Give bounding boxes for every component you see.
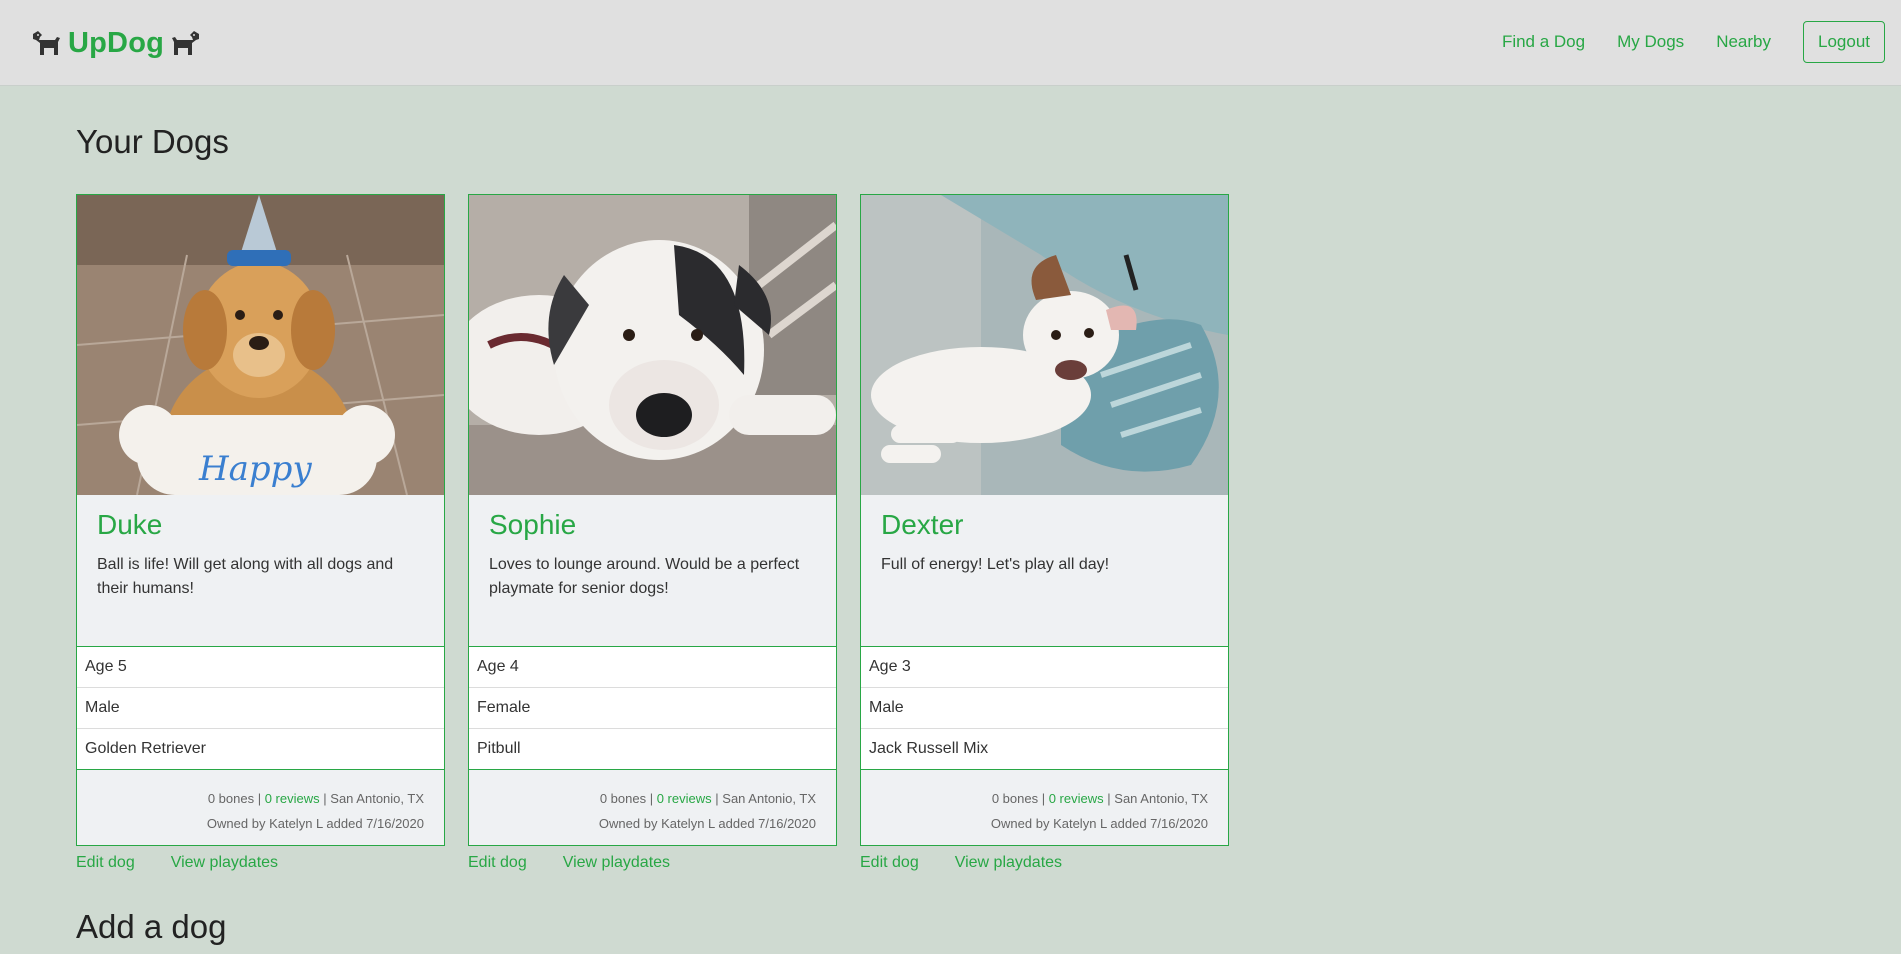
dog-description: Full of energy! Let's play all day! bbox=[881, 556, 1110, 573]
view-playdates-link[interactable]: View playdates bbox=[171, 854, 278, 872]
reviews-link[interactable]: 0 reviews bbox=[1049, 791, 1104, 806]
card-body: Dexter Full of energy! Let's play all da… bbox=[861, 495, 1228, 647]
dog-card-column: Dexter Full of energy! Let's play all da… bbox=[860, 194, 1229, 872]
dog-breed: Golden Retriever bbox=[77, 729, 444, 770]
nav-nearby[interactable]: Nearby bbox=[1716, 32, 1771, 52]
owner-line: Owned by Katelyn L added 7/16/2020 bbox=[206, 816, 424, 831]
reviews-link[interactable]: 0 reviews bbox=[657, 791, 712, 806]
dog-location: San Antonio, TX bbox=[330, 791, 424, 806]
edit-dog-link[interactable]: Edit dog bbox=[860, 854, 919, 872]
owner-line: Owned by Katelyn L added 7/16/2020 bbox=[598, 816, 816, 831]
separator: | bbox=[323, 791, 327, 806]
dog-gender: Female bbox=[469, 688, 836, 729]
dog-description: Ball is life! Will get along with all do… bbox=[97, 556, 394, 597]
dog-location: San Antonio, TX bbox=[1114, 791, 1208, 806]
card-actions: Edit dog View playdates bbox=[468, 854, 837, 872]
bones-count: 0 bones bbox=[207, 791, 255, 806]
brand-name: UpDog bbox=[68, 26, 165, 59]
dog-icon bbox=[172, 31, 200, 55]
view-playdates-link[interactable]: View playdates bbox=[955, 854, 1062, 872]
dog-location: San Antonio, TX bbox=[722, 791, 816, 806]
dog-breed: Jack Russell Mix bbox=[861, 729, 1228, 770]
dog-gender: Male bbox=[861, 688, 1228, 729]
page-title: Your Dogs bbox=[76, 123, 229, 160]
dog-card-column: Happy Duke Ball is life! Will get along … bbox=[76, 194, 445, 872]
dog-icon bbox=[33, 31, 60, 55]
dog-photo bbox=[469, 195, 836, 495]
dog-photo: Happy bbox=[77, 195, 444, 495]
dog-age: Age 5 bbox=[77, 647, 444, 688]
reviews-link[interactable]: 0 reviews bbox=[265, 791, 320, 806]
add-dog-title: Add a dog bbox=[76, 908, 227, 945]
card-body: Duke Ball is life! Will get along with a… bbox=[77, 495, 444, 647]
dog-age: Age 3 bbox=[861, 647, 1228, 688]
card-actions: Edit dog View playdates bbox=[860, 854, 1229, 872]
edit-dog-link[interactable]: Edit dog bbox=[468, 854, 527, 872]
card-footer: 0 bones | 0 reviews | San Antonio, TX Ow… bbox=[77, 770, 444, 836]
dog-photo bbox=[861, 195, 1228, 495]
nav-links: Find a Dog My Dogs Nearby Logout bbox=[1502, 21, 1885, 63]
brand-logo[interactable]: UpDog bbox=[30, 24, 202, 62]
card-footer: 0 bones | 0 reviews | San Antonio, TX Ow… bbox=[469, 770, 836, 836]
nav-my-dogs[interactable]: My Dogs bbox=[1617, 32, 1684, 52]
dog-age: Age 4 bbox=[469, 647, 836, 688]
card-stats: 0 bones | 0 reviews | San Antonio, TX bbox=[881, 786, 1208, 811]
card-footer: 0 bones | 0 reviews | San Antonio, TX Ow… bbox=[861, 770, 1228, 836]
navbar: UpDog Find a Dog My Dogs Nearby Logout bbox=[0, 0, 1901, 86]
dog-card: Happy Duke Ball is life! Will get along … bbox=[76, 194, 445, 846]
bones-count: 0 bones bbox=[599, 791, 647, 806]
dog-card: Sophie Loves to lounge around. Would be … bbox=[468, 194, 837, 846]
nav-find-a-dog[interactable]: Find a Dog bbox=[1502, 32, 1585, 52]
dog-breed: Pitbull bbox=[469, 729, 836, 770]
logout-button[interactable]: Logout bbox=[1803, 21, 1885, 63]
dog-card: Dexter Full of energy! Let's play all da… bbox=[860, 194, 1229, 846]
dog-description: Loves to lounge around. Would be a perfe… bbox=[489, 556, 800, 597]
dog-name: Duke bbox=[97, 509, 163, 540]
card-stats: 0 bones | 0 reviews | San Antonio, TX bbox=[489, 786, 816, 811]
separator: | bbox=[649, 791, 654, 806]
separator: | bbox=[1041, 791, 1046, 806]
cake-lettering: Happy bbox=[198, 449, 312, 489]
view-playdates-link[interactable]: View playdates bbox=[563, 854, 670, 872]
card-actions: Edit dog View playdates bbox=[76, 854, 445, 872]
owner-line: Owned by Katelyn L added 7/16/2020 bbox=[990, 816, 1208, 831]
bones-count: 0 bones bbox=[991, 791, 1039, 806]
separator: | bbox=[715, 791, 719, 806]
dog-name: Sophie bbox=[489, 509, 577, 540]
separator: | bbox=[1107, 791, 1111, 806]
separator: | bbox=[257, 791, 262, 806]
dog-name: Dexter bbox=[881, 509, 964, 540]
edit-dog-link[interactable]: Edit dog bbox=[76, 854, 135, 872]
card-stats: 0 bones | 0 reviews | San Antonio, TX bbox=[97, 786, 424, 811]
dog-gender: Male bbox=[77, 688, 444, 729]
dog-card-column: Sophie Loves to lounge around. Would be … bbox=[468, 194, 837, 872]
card-body: Sophie Loves to lounge around. Would be … bbox=[469, 495, 836, 647]
